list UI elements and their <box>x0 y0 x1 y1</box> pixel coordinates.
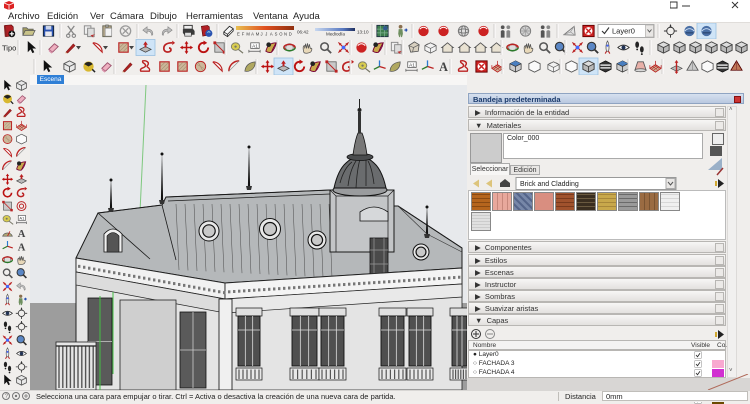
svg-text:N: N <box>284 32 287 37</box>
svg-text:M: M <box>256 32 260 37</box>
svg-text:M: M <box>246 32 250 37</box>
svg-text:F: F <box>242 32 245 37</box>
svg-text:S: S <box>275 32 278 37</box>
svg-text:J: J <box>265 32 267 37</box>
svg-text:D: D <box>289 32 292 37</box>
svg-text:A: A <box>251 32 254 37</box>
svg-text:Mediodía: Mediodía <box>326 32 345 37</box>
svg-text:Layer0: Layer0 <box>612 27 635 36</box>
svg-text:J: J <box>261 32 263 37</box>
svg-text:O: O <box>279 32 283 37</box>
svg-text:13:10: 13:10 <box>357 30 369 35</box>
svg-text:06:42: 06:42 <box>297 30 309 35</box>
svg-text:Brick and Cladding: Brick and Cladding <box>520 181 579 188</box>
svg-text:A: A <box>270 32 273 37</box>
svg-text:E: E <box>237 32 240 37</box>
svg-text:Tipo: Tipo <box>2 44 16 53</box>
